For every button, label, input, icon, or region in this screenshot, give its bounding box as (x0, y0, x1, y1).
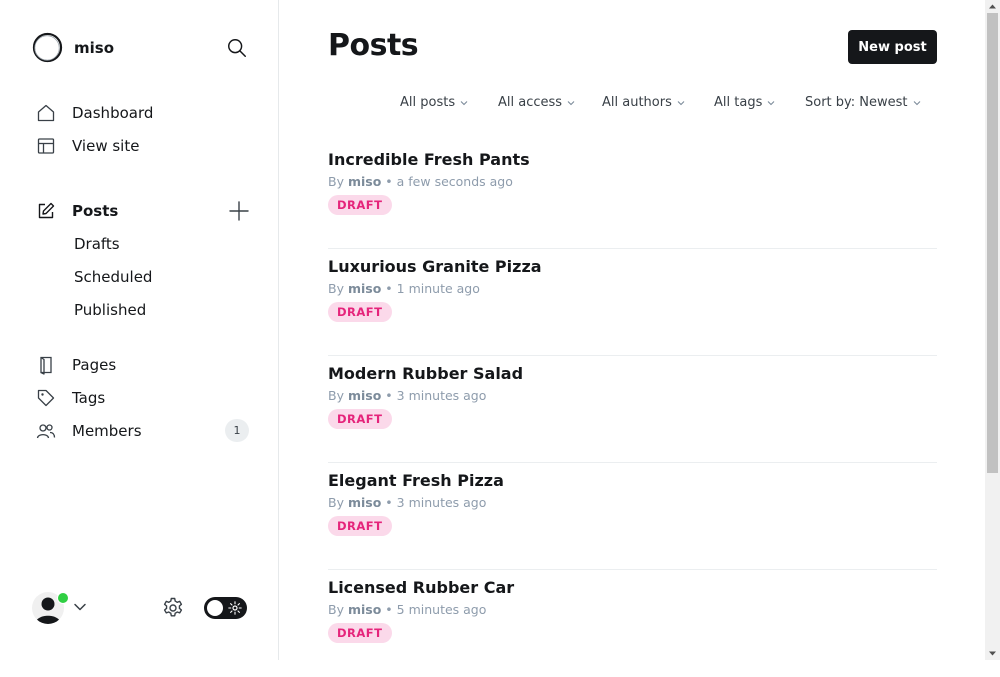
sort-order-label: Sort by: Newest (805, 95, 908, 110)
chevron-down-icon (567, 100, 575, 105)
filter-post-type-label: All posts (400, 95, 456, 110)
chevron-down-icon (767, 100, 775, 105)
page-icon (36, 355, 56, 375)
scroll-down-arrow-icon[interactable] (988, 649, 997, 658)
post-time: • 1 minute ago (385, 281, 480, 296)
post-meta: By miso • 3 minutes ago (328, 495, 486, 510)
filter-access[interactable]: All access (498, 95, 575, 110)
nav-tags-label: Tags (72, 389, 106, 407)
chevron-down-icon (913, 100, 920, 105)
post-list-item[interactable]: Elegant Fresh Pizza By miso • 3 minutes … (328, 463, 937, 570)
post-author: miso (347, 495, 382, 510)
theme-toggle[interactable] (204, 597, 247, 619)
post-title[interactable]: Modern Rubber Salad (328, 364, 523, 383)
nav-dashboard[interactable]: Dashboard (36, 101, 153, 125)
nav-posts-label: Posts (72, 202, 119, 220)
status-badge: DRAFT (328, 302, 392, 322)
nav-pages-label: Pages (72, 356, 117, 374)
post-time: • 3 minutes ago (385, 495, 487, 510)
post-by: By (328, 281, 344, 296)
filter-authors-label: All authors (602, 95, 672, 110)
online-status-dot (57, 592, 69, 604)
post-meta: By miso • a few seconds ago (328, 174, 513, 189)
post-time: • a few seconds ago (385, 174, 513, 189)
nav-tags[interactable]: Tags (36, 386, 105, 410)
tag-icon (36, 388, 56, 408)
status-badge: DRAFT (328, 195, 392, 215)
post-by: By (328, 174, 344, 189)
new-post-button[interactable]: New post (848, 30, 937, 64)
post-list-item[interactable]: Licensed Rubber Car By miso • 5 minutes … (328, 570, 937, 677)
post-by: By (328, 602, 344, 617)
status-badge: DRAFT (328, 409, 392, 429)
nav-view-site[interactable]: View site (36, 134, 139, 158)
post-time: • 3 minutes ago (385, 388, 487, 403)
user-avatar-menu[interactable] (32, 592, 69, 626)
filter-access-label: All access (498, 95, 563, 110)
post-author: miso (347, 602, 382, 617)
nav-view-site-label: View site (72, 137, 140, 155)
users-icon (36, 421, 56, 441)
scrollbar-thumb[interactable] (987, 13, 998, 473)
status-badge: DRAFT (328, 516, 392, 536)
nav-pages[interactable]: Pages (36, 353, 116, 377)
post-author: miso (347, 281, 382, 296)
home-icon (36, 103, 56, 123)
nav-dashboard-label: Dashboard (72, 104, 154, 122)
site-logo-icon[interactable] (32, 32, 63, 63)
post-title[interactable]: Elegant Fresh Pizza (328, 471, 504, 490)
sun-icon (228, 601, 242, 615)
search-icon[interactable] (226, 37, 248, 59)
post-by: By (328, 495, 344, 510)
nav-drafts[interactable]: Drafts (74, 235, 120, 253)
nav-posts[interactable]: Posts (36, 199, 118, 223)
toggle-knob (207, 600, 223, 616)
page-title: Posts (328, 28, 419, 63)
nav-scheduled[interactable]: Scheduled (74, 268, 152, 286)
status-badge: DRAFT (328, 623, 392, 643)
site-name[interactable]: miso (74, 39, 114, 57)
filter-tags-label: All tags (714, 95, 763, 110)
post-meta: By miso • 3 minutes ago (328, 388, 486, 403)
members-count-badge: 1 (225, 419, 249, 442)
filter-tags[interactable]: All tags (714, 95, 775, 110)
filter-authors[interactable]: All authors (602, 95, 685, 110)
nav-members[interactable]: Members (36, 419, 142, 443)
edit-icon (36, 201, 56, 221)
sort-order[interactable]: Sort by: Newest (805, 95, 921, 110)
layout-icon (36, 136, 56, 156)
sidebar: miso Dashboard View site Posts Drafts Sc… (0, 0, 279, 660)
post-title[interactable]: Licensed Rubber Car (328, 578, 514, 597)
gear-icon[interactable] (161, 596, 185, 620)
post-list-item[interactable]: Modern Rubber Salad By miso • 3 minutes … (328, 356, 937, 463)
chevron-down-icon (677, 100, 685, 105)
post-time: • 5 minutes ago (385, 602, 487, 617)
chevron-down-icon (460, 100, 468, 105)
add-post-plus-icon[interactable] (228, 200, 250, 222)
nav-members-label: Members (72, 422, 142, 440)
chevron-down-icon[interactable] (73, 600, 87, 614)
nav-published[interactable]: Published (74, 301, 146, 319)
post-author: miso (347, 174, 382, 189)
post-by: By (328, 388, 344, 403)
scroll-up-arrow-icon[interactable] (988, 2, 997, 11)
filter-post-type[interactable]: All posts (400, 95, 468, 110)
post-list-item[interactable]: Incredible Fresh Pants By miso • a few s… (328, 142, 937, 249)
post-list: Incredible Fresh Pants By miso • a few s… (328, 142, 937, 677)
post-title[interactable]: Luxurious Granite Pizza (328, 257, 542, 276)
post-meta: By miso • 5 minutes ago (328, 602, 486, 617)
post-title[interactable]: Incredible Fresh Pants (328, 150, 530, 169)
post-meta: By miso • 1 minute ago (328, 281, 480, 296)
post-author: miso (347, 388, 382, 403)
post-list-item[interactable]: Luxurious Granite Pizza By miso • 1 minu… (328, 249, 937, 356)
